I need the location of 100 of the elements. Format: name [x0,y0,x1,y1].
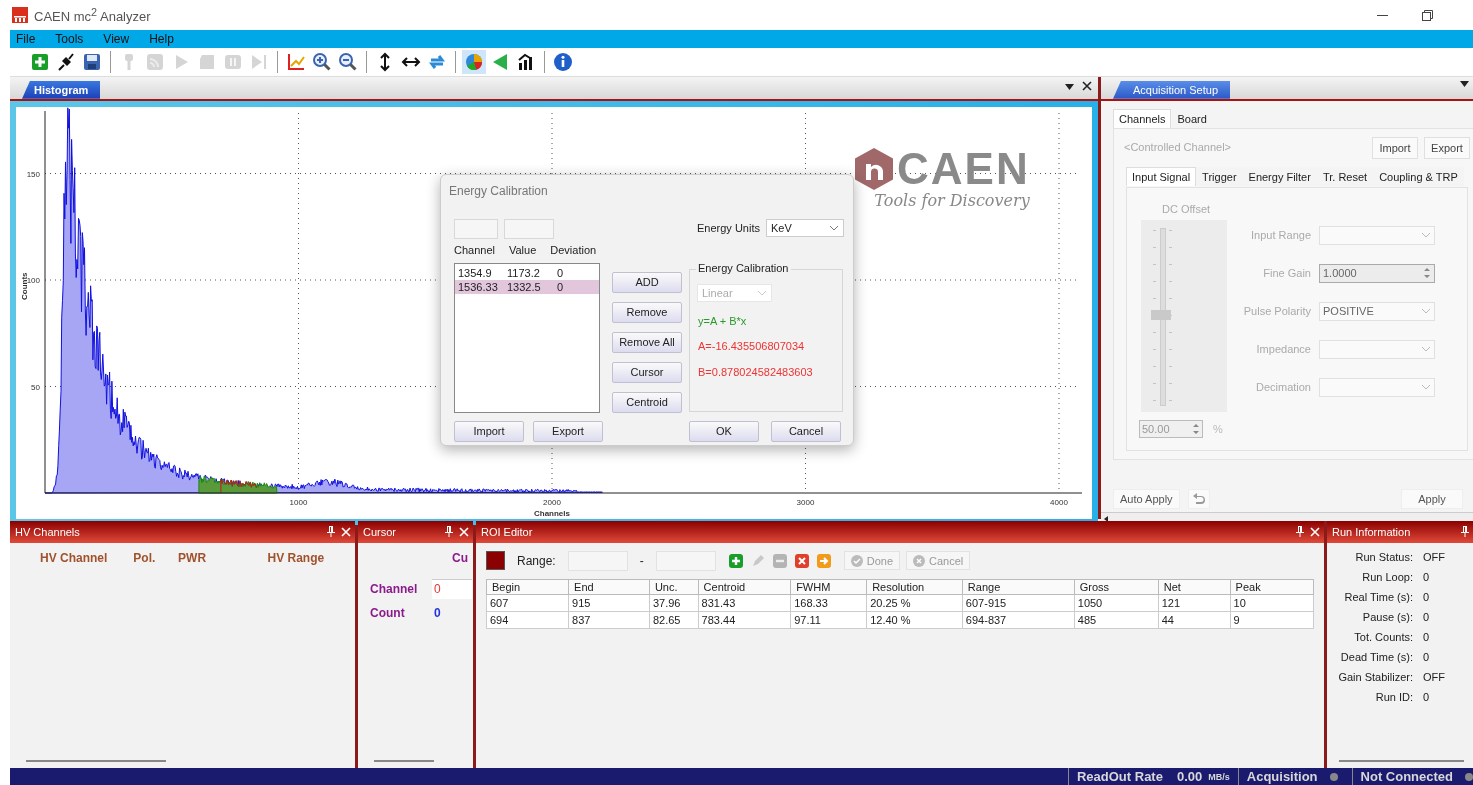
input-field[interactable] [454,218,498,239]
status-label: Not Connected [1360,769,1453,784]
restore-icon[interactable] [1422,9,1433,21]
field-label: Count [370,605,406,620]
feed-icon [145,51,165,72]
apply-button[interactable]: Apply [1401,488,1463,509]
info-label: Tot. Counts: [1353,630,1413,643]
dialog-button[interactable]: Import [454,420,524,442]
info-value: OFF [1422,670,1445,683]
zoom-out-icon [338,51,358,72]
menu-item[interactable]: Tools [55,31,84,46]
info-value: 0 [1422,590,1430,603]
column-header: Value [509,243,537,256]
status-value: 0.00 [1176,769,1203,784]
axis-tick-label: 4000 [1050,497,1068,507]
panel-title: ROI Editor [481,525,533,538]
plug-icon [56,51,76,72]
pie-chart-icon [464,51,484,72]
table-cell: 607 [486,594,569,612]
plus-button[interactable] [727,552,744,569]
units-dropdown[interactable]: KeV [766,218,844,237]
panel-tab[interactable]: Acquisition Setup [1113,80,1230,99]
dialog-button[interactable]: ADD [612,271,682,293]
dialog-button[interactable]: Remove All [612,331,682,353]
scrollbar[interactable] [1339,760,1464,762]
field-label: Decimation [1254,381,1311,394]
dialog-button[interactable]: Centroid [612,391,682,413]
dialog-button[interactable]: Cursor [612,361,682,383]
dialog-button[interactable]: Export [533,420,603,442]
undo-icon [1191,491,1206,504]
calibration-list[interactable]: 1354.9 1173.2 0 1536.33 1332.5 0 [454,262,600,413]
pin-icon[interactable] [445,526,453,538]
caret-icon [1421,384,1431,391]
coefficient-text: A=-16.435506807034 [698,339,805,352]
minus-icon [771,552,788,569]
scrollbar[interactable] [374,760,434,762]
group-title: Energy Calibration [696,261,791,274]
table-cell: 121 [1158,594,1231,612]
logo-name: CAEN [897,146,1030,191]
info-label: Run ID: [1374,690,1413,703]
cancel-button[interactable]: Cancel [771,420,841,442]
dropdown-arrow-icon[interactable] [1460,80,1469,87]
tab[interactable]: Input Signal [1126,166,1197,186]
status-label: ReadOut Rate [1076,769,1163,784]
menu-item[interactable]: File [16,31,36,46]
pin-icon[interactable] [1296,526,1304,538]
export-button[interactable]: Export [1424,136,1470,159]
delete-button[interactable] [793,552,810,569]
caret-icon [1421,308,1431,315]
column-header: Resolution [866,579,963,595]
auto-apply-button[interactable]: Auto Apply [1113,488,1180,509]
axes-icon [286,51,306,72]
arrow-right-button[interactable] [815,552,832,569]
info-label: Run Status: [1354,550,1413,563]
import-button[interactable]: Import [1372,136,1418,159]
column-header: Unc. [649,579,699,595]
list-row[interactable]: 1536.33 1332.5 0 [455,279,599,294]
cancel-icon [913,554,925,567]
plus-icon [727,552,744,569]
field-label: Range: [517,553,556,568]
slider-label: DC Offset [1162,202,1211,215]
field-label: Impedance [1255,343,1311,356]
roi-color-swatch[interactable] [486,551,505,571]
count-value: 0 [433,605,441,620]
ok-button[interactable]: OK [689,420,759,442]
info-label: Run Loop: [1361,570,1413,583]
info-label: Pause (s): [1361,610,1413,623]
pin-icon[interactable] [1461,526,1469,538]
column-header: HV Range [267,550,326,565]
panel-tab[interactable]: Histogram [22,80,101,99]
plus-icon [30,51,50,72]
caret-icon [1421,232,1431,239]
input-field[interactable] [504,218,554,239]
channel-field[interactable]: 0 [432,578,472,599]
panel-title: HV Channels [15,525,80,538]
panel-title: Run Information [1332,525,1411,538]
spin-arrows-icon[interactable] [1192,421,1200,436]
menu-item[interactable]: View [103,31,130,46]
menu-item[interactable]: Help [149,31,174,46]
table-cell: 97.11 [790,611,867,629]
field-label: Fine Gain [1262,267,1311,280]
close-icon[interactable] [1082,80,1092,91]
list-row[interactable]: 1354.9 1173.2 0 [455,265,599,280]
dialog-button[interactable]: Remove [612,301,682,323]
info-value: 0 [1422,570,1430,583]
logo-tagline: Tools for Discovery [874,190,1030,210]
window-title: CAEN mc$^{2}$ Analyzer [34,5,151,25]
dropdown-arrow-icon[interactable] [1065,83,1074,90]
table-cell: 607-915 [962,594,1075,612]
table-cell: 9 [1230,611,1314,629]
undo-button[interactable] [1187,488,1210,509]
column-header: PWR [178,550,208,565]
spin-arrows-icon[interactable] [1423,266,1431,281]
column-header: Centroid [698,579,791,595]
hexagon-logo-icon [855,147,893,190]
info-label: Real Time (s): [1343,590,1413,603]
scrollbar[interactable] [26,760,166,762]
pin-icon[interactable] [327,526,335,538]
tab[interactable]: Channels [1113,108,1172,128]
slider-track[interactable] [1160,227,1166,406]
